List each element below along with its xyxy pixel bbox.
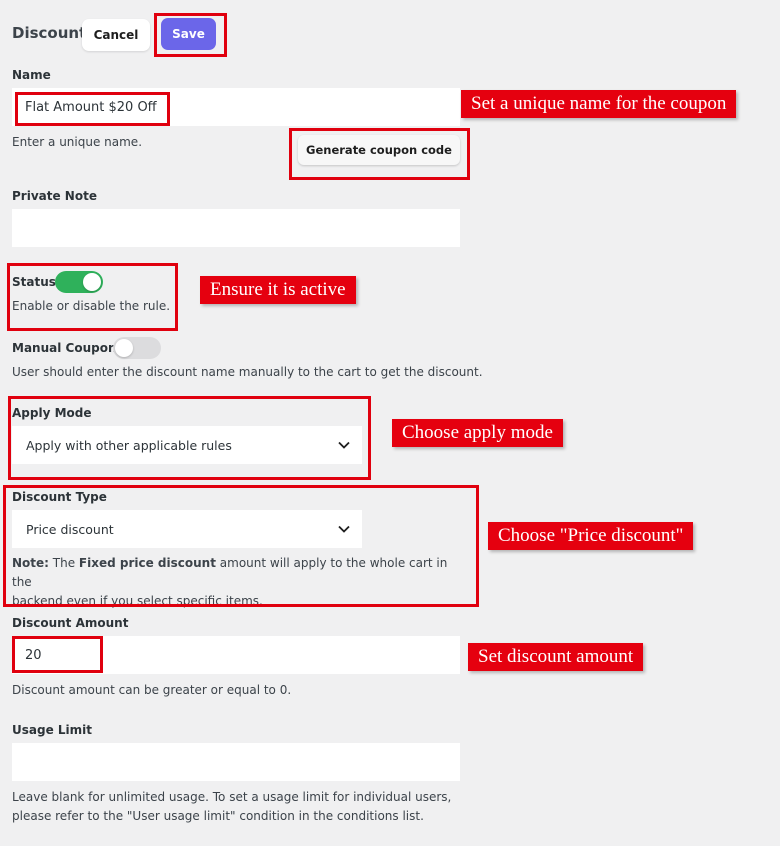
discount-type-highlight-box	[3, 485, 479, 607]
usage-limit-label: Usage Limit	[12, 723, 93, 737]
manual-coupon-toggle[interactable]	[113, 337, 161, 359]
status-highlight-box	[7, 263, 178, 331]
name-highlight-box	[15, 92, 170, 126]
usage-limit-help-line2: please refer to the "User usage limit" c…	[12, 809, 424, 823]
usage-limit-help: Leave blank for unlimited usage. To set …	[12, 788, 451, 826]
name-help: Enter a unique name.	[12, 135, 143, 149]
annotation-status: Ensure it is active	[200, 276, 356, 304]
discount-amount-help: Discount amount can be greater or equal …	[12, 683, 292, 697]
page-title: Discount	[12, 24, 87, 42]
manual-coupon-label: Manual Coupon	[12, 341, 117, 355]
annotation-name: Set a unique name for the coupon	[461, 90, 737, 118]
name-label: Name	[12, 68, 51, 82]
annotation-amount: Set discount amount	[468, 643, 644, 671]
discount-amount-label: Discount Amount	[12, 616, 129, 630]
apply-mode-highlight-box	[8, 396, 371, 480]
annotation-apply-mode: Choose apply mode	[392, 419, 563, 447]
generate-highlight-box	[289, 128, 470, 180]
private-note-label: Private Note	[12, 189, 97, 203]
usage-limit-help-line1: Leave blank for unlimited usage. To set …	[12, 790, 452, 804]
save-highlight-box	[154, 13, 227, 57]
annotation-discount-type: Choose "Price discount"	[488, 522, 694, 550]
private-note-input[interactable]	[12, 209, 460, 247]
toggle-knob	[115, 339, 133, 357]
amount-highlight-box	[12, 636, 103, 673]
usage-limit-input[interactable]	[12, 743, 460, 781]
manual-coupon-help: User should enter the discount name manu…	[12, 365, 483, 379]
cancel-button[interactable]: Cancel	[82, 19, 150, 51]
